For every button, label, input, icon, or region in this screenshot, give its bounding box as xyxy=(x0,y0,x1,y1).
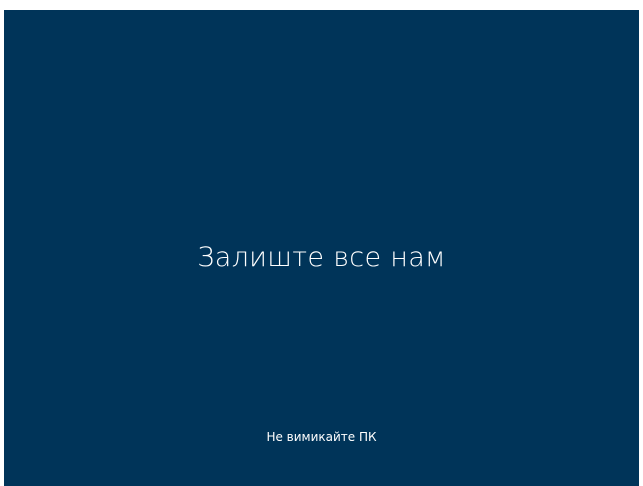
setup-headline: Залиште все нам xyxy=(197,242,446,273)
setup-screen: Залиште все нам Не вимикайте ПК xyxy=(4,10,639,486)
window-frame: Залиште все нам Не вимикайте ПК xyxy=(0,0,643,486)
setup-status-text: Не вимикайте ПК xyxy=(266,430,377,444)
